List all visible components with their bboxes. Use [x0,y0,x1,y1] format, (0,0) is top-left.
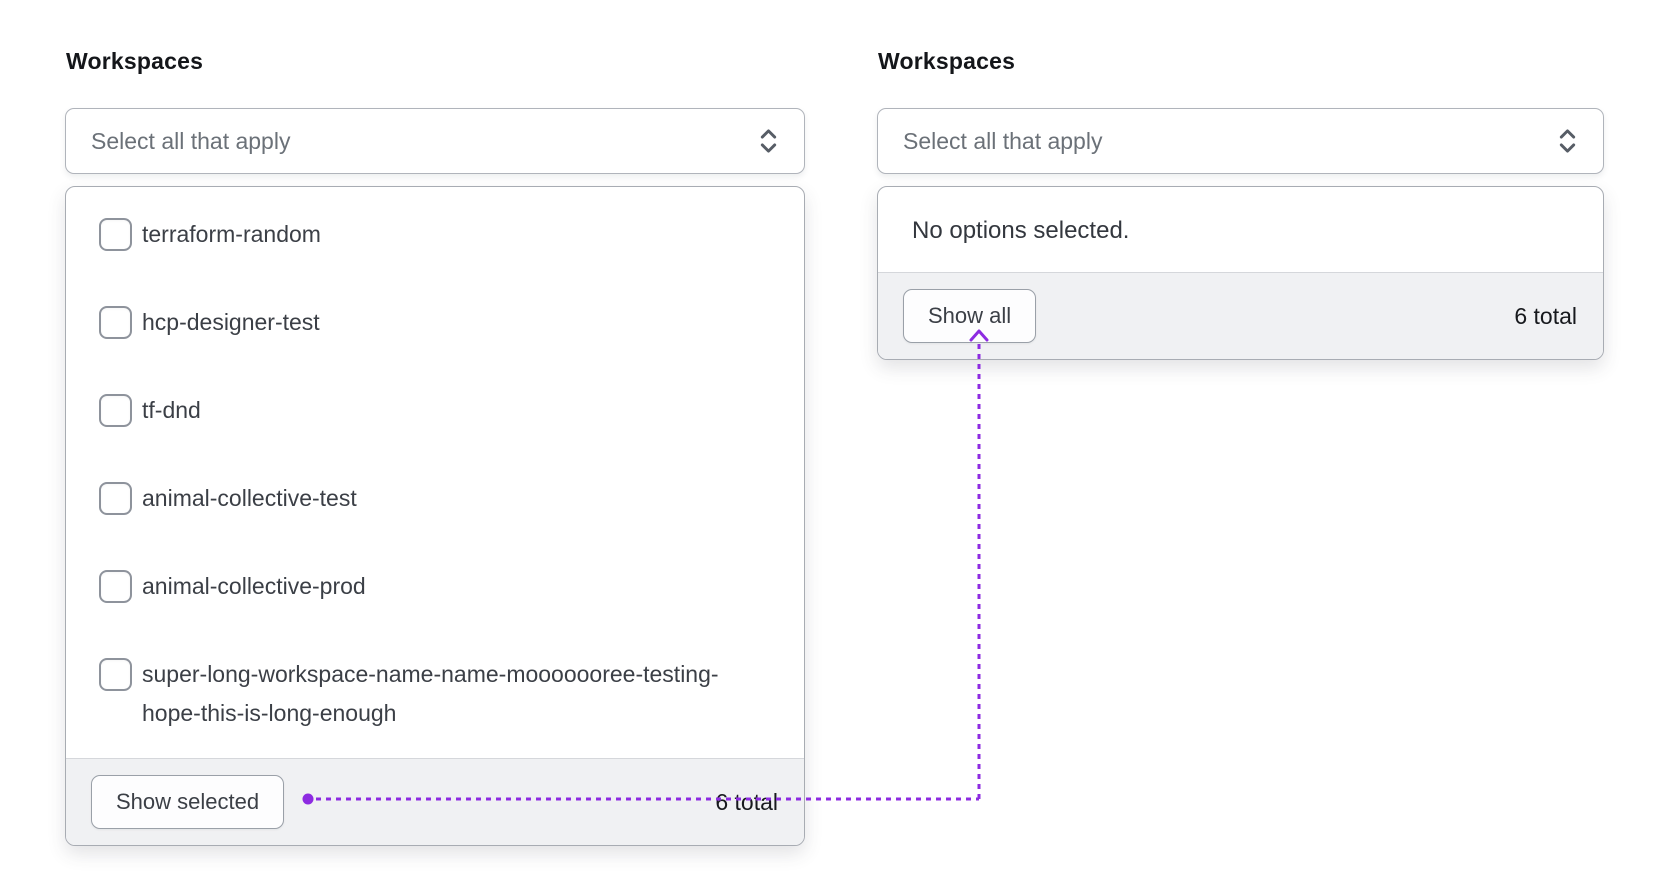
options-dropdown: terraform-random hcp-designer-test tf-dn… [65,186,805,846]
option-row[interactable]: animal-collective-test [99,479,774,518]
option-checkbox[interactable] [99,218,132,251]
dropdown-footer: Show selected 6 total [66,758,804,845]
option-label: animal-collective-prod [142,573,366,599]
field-label: Workspaces [66,48,204,74]
option-row[interactable]: terraform-random [99,215,774,254]
trigger-placeholder: Select all that apply [903,127,1103,154]
empty-state: No options selected. [878,187,1603,274]
total-count: 6 total [1514,302,1577,329]
option-checkbox[interactable] [99,658,132,691]
total-count: 6 total [715,788,778,815]
trigger-placeholder: Select all that apply [91,127,291,154]
options-dropdown: No options selected. Show all 6 total [877,186,1604,360]
option-row[interactable]: animal-collective-prod [99,567,774,606]
option-list: terraform-random hcp-designer-test tf-dn… [66,187,804,733]
option-label: terraform-random [142,221,321,247]
option-row[interactable]: tf-dnd [99,391,774,430]
show-all-button[interactable]: Show all [903,289,1037,343]
show-selected-button[interactable]: Show selected [91,775,285,829]
option-label: tf-dnd [142,397,201,423]
field-label: Workspaces [878,48,1016,74]
option-checkbox[interactable] [99,394,132,427]
page: Workspaces Select all that apply terrafo… [0,0,1672,892]
dropdown-footer: Show all 6 total [878,272,1603,359]
option-row[interactable]: hcp-designer-test [99,303,774,342]
option-label: super-long-workspace-name-name-moooooore… [142,661,719,726]
option-checkbox[interactable] [99,570,132,603]
multiselect-trigger[interactable]: Select all that apply [65,108,805,174]
multiselect-trigger[interactable]: Select all that apply [877,108,1604,174]
option-checkbox[interactable] [99,482,132,515]
option-label: animal-collective-test [142,485,357,511]
sort-chevrons-icon [755,126,782,156]
option-label: hcp-designer-test [142,309,320,335]
sort-chevrons-icon [1554,126,1581,156]
option-checkbox[interactable] [99,306,132,339]
option-row[interactable]: super-long-workspace-name-name-moooooore… [99,655,774,733]
empty-state-message: No options selected. [912,216,1130,244]
